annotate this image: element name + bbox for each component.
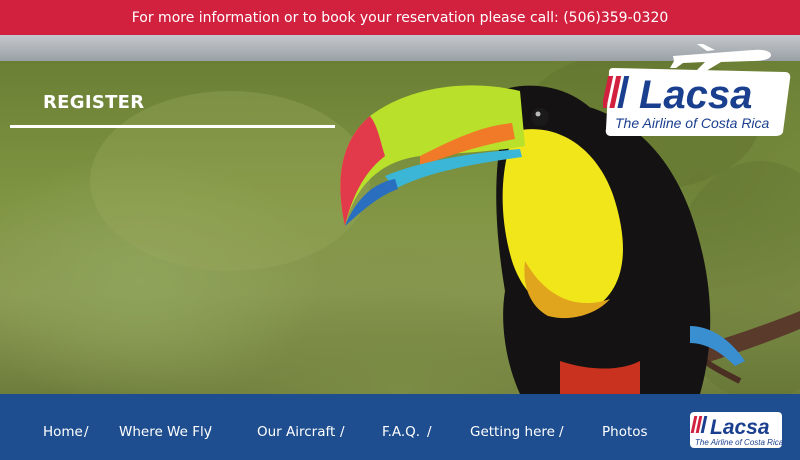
register-underline <box>10 125 335 128</box>
announcement-text: For more information or to book your res… <box>131 9 669 26</box>
nav-separator: / <box>427 424 432 440</box>
nav-separator: / <box>559 424 564 440</box>
announcement-bar: For more information or to book your res… <box>0 0 800 35</box>
logo-wordmark: Lacsa <box>639 73 752 117</box>
footer-logo-wordmark: Lacsa <box>710 416 770 439</box>
nav-getting-here[interactable]: Getting here <box>470 424 555 440</box>
nav-separator: / <box>340 424 345 440</box>
nav-faq[interactable]: F.A.Q. <box>382 424 420 440</box>
register-heading[interactable]: REGISTER <box>43 92 144 113</box>
nav-home[interactable]: Home <box>43 424 83 440</box>
nav-separator: / <box>84 424 89 440</box>
nav-our-aircraft[interactable]: Our Aircraft <box>257 424 335 440</box>
lacsa-logo[interactable]: Lacsa The Airline of Costa Rica <box>603 44 793 136</box>
airplane-icon <box>670 44 771 74</box>
logo-tagline: The Airline of Costa Rica <box>615 115 770 131</box>
footer-logo-tagline: The Airline of Costa Rica <box>695 438 784 447</box>
footer-lacsa-logo[interactable]: Lacsa The Airline of Costa Rica <box>688 408 784 450</box>
nav-where-we-fly[interactable]: Where We Fly <box>119 424 212 440</box>
nav-photos[interactable]: Photos <box>602 424 648 440</box>
nav-separator: / <box>207 424 212 440</box>
